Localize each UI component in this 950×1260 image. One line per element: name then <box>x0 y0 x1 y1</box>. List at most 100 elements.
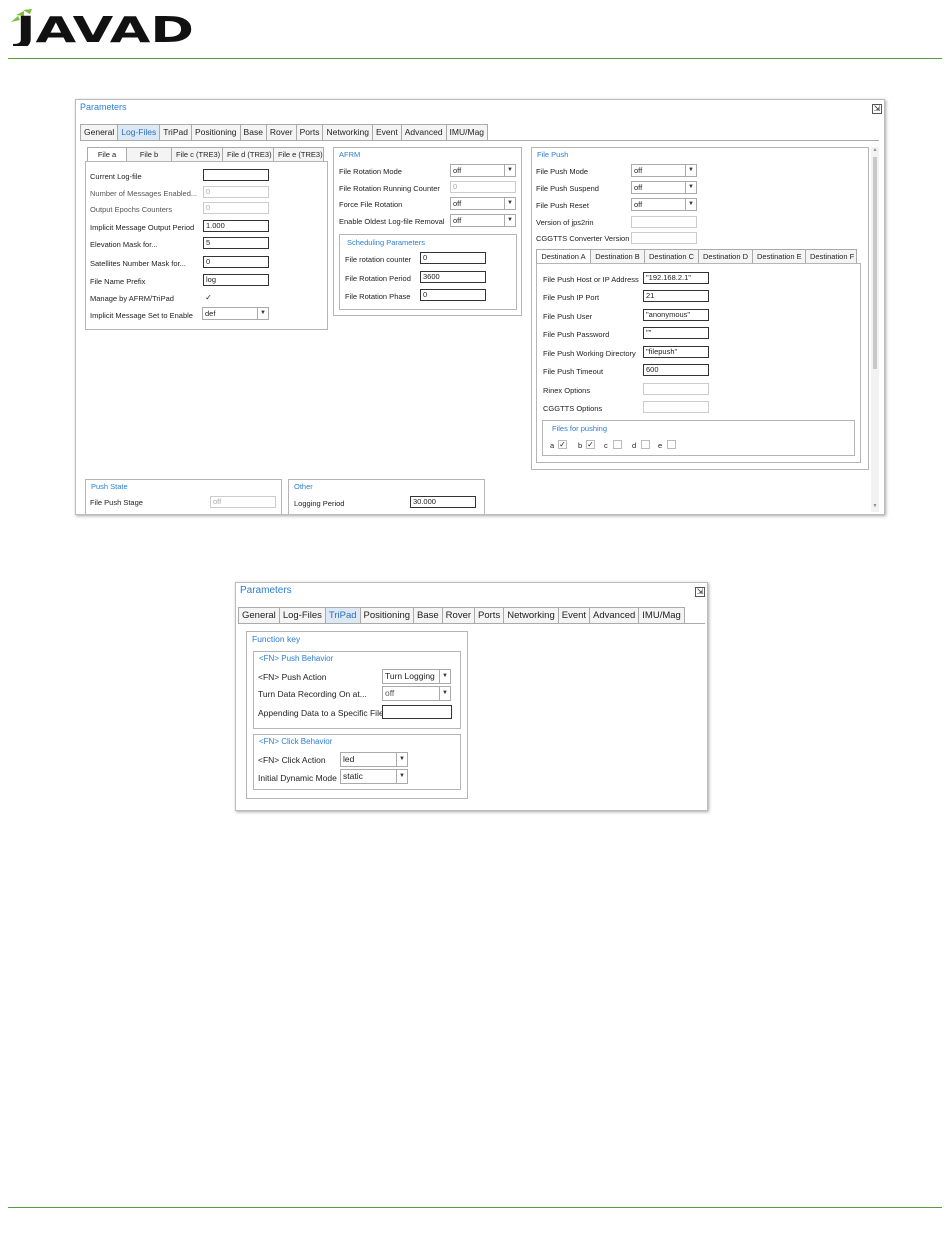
file-push-a-checkbox[interactable]: ✓ <box>558 440 567 449</box>
tab-file-d[interactable]: File d (TRE3) <box>222 147 274 162</box>
tab-imu-mag[interactable]: IMU/Mag <box>445 124 489 140</box>
tab-general[interactable]: General <box>80 124 119 140</box>
file-push-c-label: c <box>604 441 608 450</box>
vertical-scrollbar[interactable]: ▲ ▼ <box>871 147 879 512</box>
tab-destination-d[interactable]: Destination D <box>698 249 753 264</box>
tab-file-c[interactable]: File c (TRE3) <box>171 147 223 162</box>
file-push-a-label: a <box>550 441 555 450</box>
tab-networking[interactable]: Networking <box>503 607 559 623</box>
port-label: File Push IP Port <box>543 293 600 302</box>
dyn-mode-dropdown[interactable]: static ▼ <box>340 769 408 784</box>
rinex-label: Rinex Options <box>543 386 591 395</box>
tab-log-files[interactable]: Log-Files <box>117 124 161 140</box>
sched-phase-field[interactable]: 0 <box>420 289 486 301</box>
cggtts-ver-field <box>631 232 697 244</box>
dir-field[interactable]: "filepush" <box>643 346 709 358</box>
tab-advanced[interactable]: Advanced <box>400 124 447 140</box>
chevron-down-icon: ▼ <box>685 199 696 210</box>
cggtts-ver-label: CGGTTS Converter Version <box>536 234 630 243</box>
tab-base[interactable]: Base <box>413 607 443 623</box>
host-field[interactable]: "192.168.2.1" <box>643 272 709 284</box>
tab-base[interactable]: Base <box>239 124 267 140</box>
elev-mask-field[interactable]: 5 <box>203 237 269 249</box>
tab-file-a[interactable]: File a <box>87 147 127 162</box>
file-push-b-checkbox[interactable]: ✓ <box>586 440 595 449</box>
scroll-thumb[interactable] <box>873 157 877 369</box>
tab-destination-b[interactable]: Destination B <box>590 249 645 264</box>
tab-destination-c[interactable]: Destination C <box>644 249 699 264</box>
tab-general[interactable]: General <box>238 607 280 623</box>
tab-positioning[interactable]: Positioning <box>359 607 415 623</box>
main-tabs: General Log-Files TriPad Positioning Bas… <box>80 124 879 141</box>
tab-ports[interactable]: Ports <box>474 607 505 623</box>
append-field[interactable] <box>382 705 452 719</box>
window-title: Parameters <box>80 102 127 112</box>
sched-period-field[interactable]: 3600 <box>420 271 486 283</box>
push-mode-dropdown[interactable]: off ▼ <box>631 164 697 177</box>
tab-networking[interactable]: Networking <box>322 124 373 140</box>
force-dropdown[interactable]: off ▼ <box>450 197 516 210</box>
tab-log-files[interactable]: Log-Files <box>278 607 326 623</box>
tab-destination-f[interactable]: Destination F <box>805 249 857 264</box>
tab-ports[interactable]: Ports <box>295 124 324 140</box>
force-label: Force File Rotation <box>339 200 403 209</box>
turn-rec-dropdown[interactable]: off ▼ <box>382 686 451 701</box>
chevron-down-icon: ▼ <box>504 198 515 209</box>
tab-tripad[interactable]: TriPad <box>324 607 361 623</box>
tab-rover[interactable]: Rover <box>441 607 476 623</box>
impl-set-dropdown[interactable]: def ▼ <box>202 307 269 320</box>
prefix-label: File Name Prefix <box>90 277 146 286</box>
file-push-d-checkbox[interactable] <box>641 440 650 449</box>
current-log-field[interactable] <box>203 169 269 181</box>
rot-mode-dropdown[interactable]: off ▼ <box>450 164 516 177</box>
num-msgs-label: Number of Messages Enabled... <box>90 189 198 198</box>
tab-destination-e[interactable]: Destination E <box>752 249 806 264</box>
file-push-e-checkbox[interactable] <box>667 440 676 449</box>
sat-mask-label: Satellites Number Mask for... <box>90 259 186 268</box>
password-field[interactable]: "" <box>643 327 709 339</box>
sat-mask-field[interactable]: 0 <box>203 256 269 268</box>
tab-rover[interactable]: Rover <box>265 124 297 140</box>
oldest-dropdown[interactable]: off ▼ <box>450 214 516 227</box>
afrm-title: AFRM <box>339 150 361 159</box>
sched-counter-field[interactable]: 0 <box>420 252 486 264</box>
dyn-mode-label: Initial Dynamic Mode <box>258 773 337 783</box>
rot-mode-label: File Rotation Mode <box>339 167 402 176</box>
timeout-field[interactable]: 600 <box>643 364 709 376</box>
push-suspend-dropdown[interactable]: off ▼ <box>631 181 697 194</box>
undock-icon[interactable]: ⇲ <box>695 587 705 597</box>
tab-event[interactable]: Event <box>371 124 402 140</box>
undock-icon[interactable]: ⇲ <box>872 104 882 114</box>
click-action-dropdown[interactable]: led ▼ <box>340 752 408 767</box>
tab-advanced[interactable]: Advanced <box>589 607 640 623</box>
manage-checkbox[interactable]: ✓ <box>204 293 213 302</box>
tab-file-e[interactable]: File e (TRE3) <box>273 147 324 162</box>
scroll-down-icon[interactable]: ▼ <box>871 503 879 509</box>
file-push-c-checkbox[interactable] <box>613 440 622 449</box>
file-tabs: File a File b File c (TRE3) File d (TRE3… <box>87 147 324 162</box>
user-field[interactable]: "anonymous" <box>643 309 709 321</box>
prefix-field[interactable]: log <box>203 274 269 286</box>
impl-period-field[interactable]: 1.000 <box>203 220 269 232</box>
tab-imu-mag[interactable]: IMU/Mag <box>638 607 685 623</box>
tab-file-b[interactable]: File b <box>126 147 172 162</box>
header-rule <box>8 58 942 59</box>
logging-period-field[interactable]: 30.000 <box>410 496 476 508</box>
push-action-label: <FN> Push Action <box>258 672 327 682</box>
tab-destination-a[interactable]: Destination A <box>536 249 591 264</box>
rinex-field <box>643 383 709 395</box>
scroll-up-icon[interactable]: ▲ <box>871 147 879 153</box>
tab-event[interactable]: Event <box>557 607 591 623</box>
oldest-label: Enable Oldest Log-file Removal <box>339 217 445 226</box>
port-field[interactable]: 21 <box>643 290 709 302</box>
chevron-down-icon: ▼ <box>504 215 515 226</box>
push-state-title: Push State <box>91 482 128 491</box>
push-action-dropdown[interactable]: Turn Logging ▼ <box>382 669 451 684</box>
push-reset-dropdown[interactable]: off ▼ <box>631 198 697 211</box>
impl-set-value: def <box>205 309 216 318</box>
tab-positioning[interactable]: Positioning <box>190 124 241 140</box>
push-suspend-value: off <box>634 183 643 192</box>
user-label: File Push User <box>543 312 593 321</box>
tab-tripad[interactable]: TriPad <box>159 124 192 140</box>
num-msgs-field: 0 <box>203 186 269 198</box>
